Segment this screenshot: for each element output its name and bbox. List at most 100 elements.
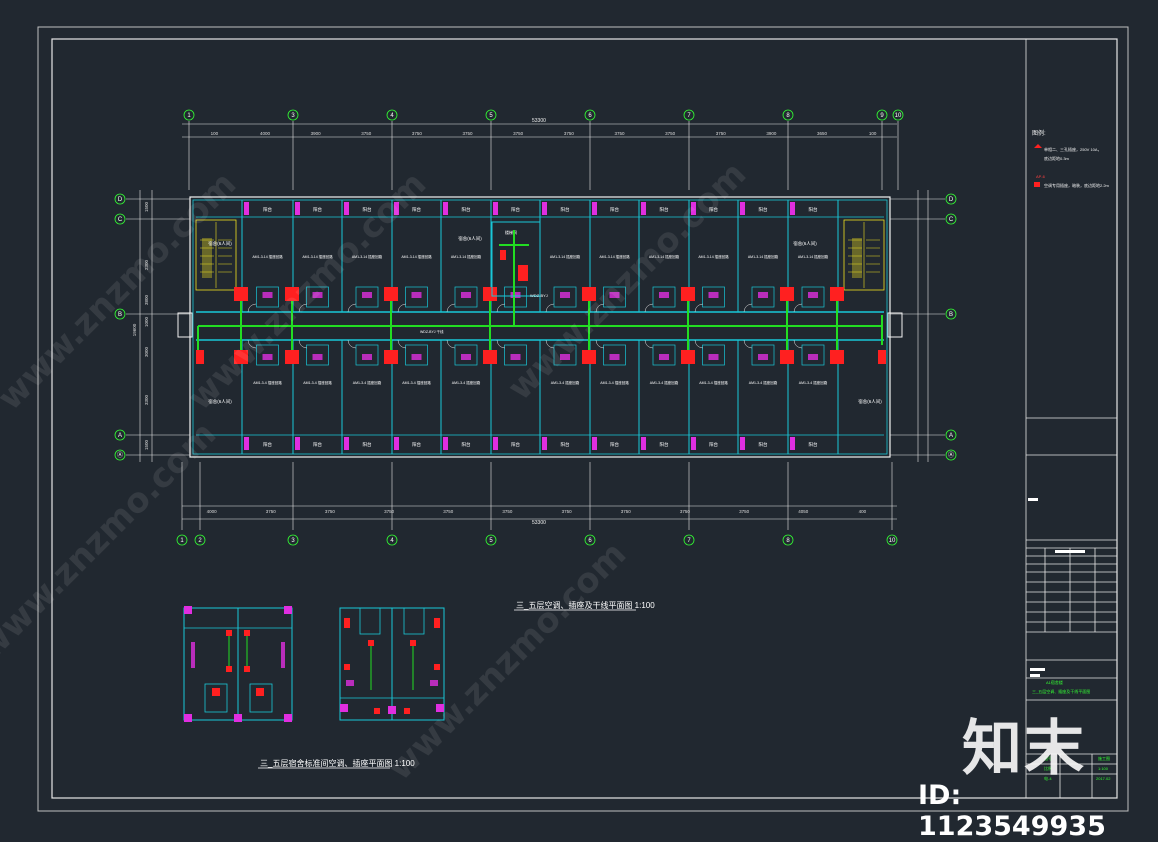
outlet-mark xyxy=(740,437,745,450)
ac-socket-mark xyxy=(483,287,497,301)
detail-plan-2 xyxy=(339,607,445,721)
dimension-text-bottom: 3750 xyxy=(621,509,632,514)
ac-socket-mark xyxy=(878,350,886,364)
circuit-label-bottom: AM1-3-4 插座回路 xyxy=(402,380,431,385)
dimension-text-left: 1500 xyxy=(144,201,149,212)
balcony-label: 阳台 xyxy=(363,441,372,448)
grid-label-bottom: 2 xyxy=(198,538,202,544)
balcony-label: 阳台 xyxy=(759,206,768,213)
legend-header: 图例: xyxy=(1032,131,1046,137)
outlet-mark xyxy=(362,354,372,360)
outlet-mark xyxy=(641,202,646,215)
balcony-label: 阳台 xyxy=(462,441,471,448)
circuit-label-bottom: AM1-3-4 插座回路 xyxy=(699,380,728,385)
total-dimension-top: 53300 xyxy=(532,118,546,124)
circuit-label-top: AM1-3-14 插座回路 xyxy=(698,254,729,259)
grid-label-bottom: 5 xyxy=(489,538,493,544)
dimension-text-top: 3750 xyxy=(463,131,474,136)
dimension-text-top: 3750 xyxy=(412,131,423,136)
legend-item-2-code: AP-6 xyxy=(1036,174,1045,179)
circuit-label-bottom: AM1-3-4 插座回路 xyxy=(353,380,382,385)
balcony-label: 阳台 xyxy=(809,441,818,448)
outlet-mark xyxy=(808,292,818,298)
balcony-label: 阳台 xyxy=(263,441,272,448)
outlet-mark xyxy=(790,437,795,450)
outlet-mark xyxy=(708,354,719,360)
grid-label-top: 4 xyxy=(390,113,394,119)
grid-label-left: Ⓐ xyxy=(117,451,123,459)
grid-label-top: 5 xyxy=(489,113,493,119)
outlet-mark xyxy=(592,437,597,450)
ac-socket-mark xyxy=(830,350,844,364)
dimension-text-left: 3300 xyxy=(144,394,149,405)
ac-socket-mark xyxy=(681,287,695,301)
grid-label-top: 6 xyxy=(588,113,592,119)
outlet-mark xyxy=(295,437,300,450)
balcony-label: 阳台 xyxy=(709,441,718,448)
circuit-label-bottom: AM1-3-4 插座回路 xyxy=(303,380,332,385)
balcony-label: 阳台 xyxy=(660,441,669,448)
circuit-label-bottom: AM1-3-4 插座回路 xyxy=(600,380,629,385)
ac-socket-mark xyxy=(285,350,299,364)
legend-item-1: 单相二、三孔插座，250V 10A， xyxy=(1044,147,1102,152)
grid-label-right: Ⓐ xyxy=(948,451,954,459)
balcony-label: 阳台 xyxy=(561,206,570,213)
balcony-label: 阳台 xyxy=(759,441,768,448)
grid-label-top: 1 xyxy=(187,113,191,119)
grid-label-left: A xyxy=(118,433,122,439)
outlet-mark xyxy=(493,437,498,450)
outlet-mark xyxy=(708,292,719,298)
outlet-mark xyxy=(461,292,471,298)
dimension-text-top: 100 xyxy=(869,131,877,136)
grid-label-top: 8 xyxy=(786,113,790,119)
dimension-text-left: 19600 xyxy=(132,323,137,336)
dimension-text-top: 3900 xyxy=(311,131,322,136)
circuit-label-top: AM1-3-14 插座回路 xyxy=(748,254,779,259)
dimension-text-bottom: 400 xyxy=(859,509,867,514)
circuit-label-bottom: AM1-3-4 插座回路 xyxy=(799,380,828,385)
outlet-mark xyxy=(295,202,300,215)
room-label: 宿舍(6人间) xyxy=(208,240,232,247)
watermark-id: ID: 1123549935 xyxy=(918,780,1106,842)
legend-symbols xyxy=(1034,144,1042,187)
outlet-mark xyxy=(362,292,372,298)
ac-socket-mark xyxy=(196,350,204,364)
dimension-text-top: 3750 xyxy=(513,131,524,136)
ac-socket-mark xyxy=(681,350,695,364)
outlet-mark xyxy=(659,292,669,298)
tb-drawing-name: 三_五层空调、插座及干线平面图 xyxy=(1032,689,1091,694)
dimension-text-bottom: 3750 xyxy=(739,509,750,514)
grid-label-right: B xyxy=(949,312,953,318)
outlet-mark xyxy=(493,202,498,215)
circuit-label-bottom: AM1-3-4 插座回路 xyxy=(650,380,679,385)
grid-label-right: C xyxy=(949,217,954,223)
grid-label-bottom: 4 xyxy=(390,538,394,544)
grid-label-bottom: 7 xyxy=(687,538,691,544)
dimension-text-bottom: 3750 xyxy=(384,509,395,514)
outlet-mark xyxy=(659,354,669,360)
tb-stage: 施工图 xyxy=(1098,756,1110,761)
outlet-mark xyxy=(790,202,795,215)
legend-item-1b: 底边距地0.3m xyxy=(1044,156,1069,161)
grid-label-bottom: 3 xyxy=(291,538,295,544)
dimension-text-top: 3750 xyxy=(361,131,372,136)
dimension-text-bottom: 3750 xyxy=(562,509,573,514)
grid-label-bottom: 1 xyxy=(180,538,184,544)
outlet-mark xyxy=(758,292,768,298)
tb-project: A1宿舍楼 xyxy=(1046,680,1063,685)
grid-label-left: C xyxy=(118,217,123,223)
balcony-label: 阳台 xyxy=(313,441,322,448)
legend-item-2: 空调专用插座，暗装，底边距地2.2m xyxy=(1044,183,1109,188)
circuit-label-top: AM1-3-14 插座回路 xyxy=(252,254,283,259)
dimension-text-top: 3750 xyxy=(665,131,676,136)
dimension-text-left: 3800 xyxy=(144,294,149,305)
ac-socket-mark xyxy=(830,287,844,301)
dimension-text-top: 3650 xyxy=(817,131,828,136)
outlet-mark xyxy=(411,292,422,298)
total-dimension-bottom: 53300 xyxy=(532,520,546,526)
outlet-mark xyxy=(244,437,249,450)
grid-label-bottom: 8 xyxy=(786,538,790,544)
detail-plan-1 xyxy=(183,606,293,722)
circuit-label-top: AM1-3-14 插座回路 xyxy=(550,254,581,259)
dimension-text-top: 3750 xyxy=(564,131,575,136)
